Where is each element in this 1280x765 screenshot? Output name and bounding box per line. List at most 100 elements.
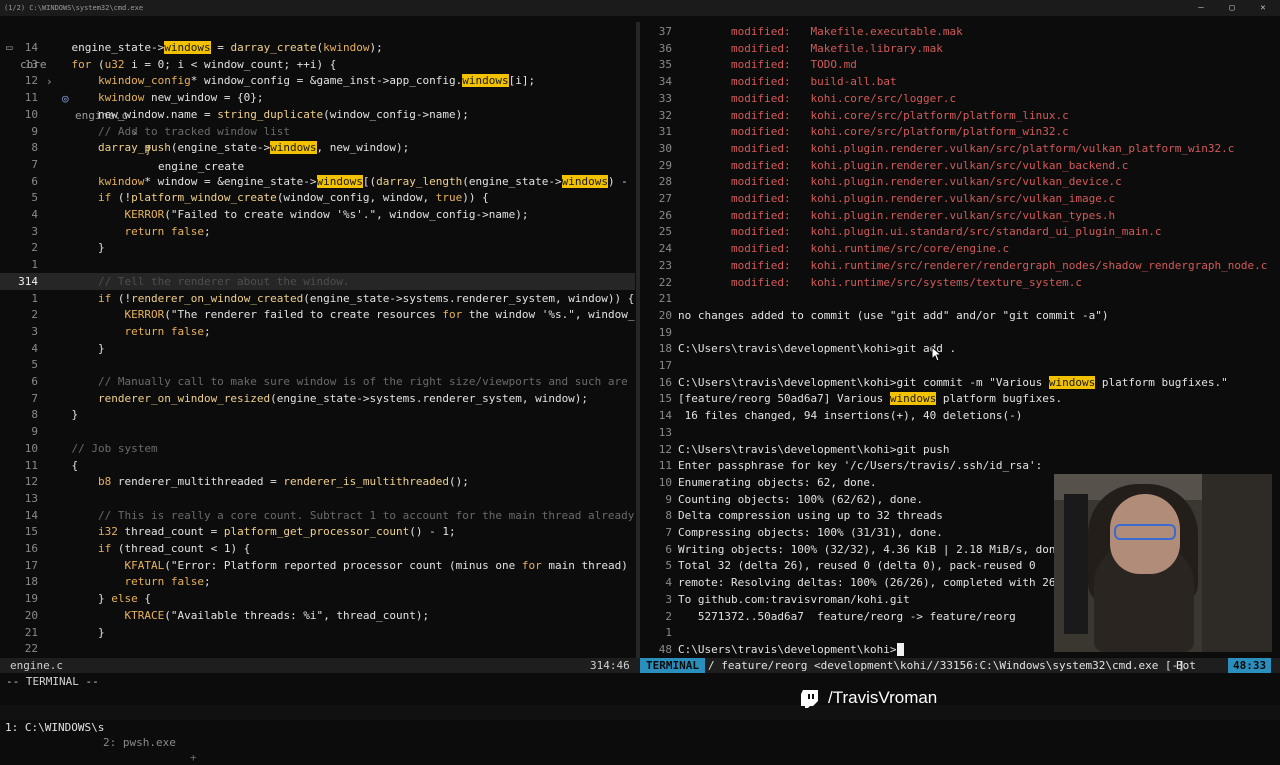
line-number: 36: [658, 41, 672, 55]
code-line[interactable]: 12 b8 renderer_multithreaded = renderer_…: [0, 473, 635, 490]
terminal-text: modified: build-all.bat: [730, 75, 897, 89]
code-line[interactable]: 15 i32 thread_count = platform_get_proce…: [0, 523, 635, 540]
minimize-button[interactable]: —: [1186, 0, 1216, 16]
code-text: KFATAL("Error: Platform reported process…: [124, 558, 635, 572]
code-line[interactable]: 19 } else {: [0, 590, 635, 607]
terminal-text: modified: kohi.plugin.ui.standard/src/st…: [730, 225, 1162, 239]
code-text: kwindow new_window = {0};: [97, 91, 264, 105]
line-number: 3: [31, 224, 38, 238]
code-line[interactable]: 2 KERROR("The renderer failed to create …: [0, 306, 635, 323]
code-line[interactable]: 17 KFATAL("Error: Platform reported proc…: [0, 557, 635, 574]
code-line[interactable]: 1 if (!renderer_on_window_created(engine…: [0, 290, 635, 307]
code-text: for (u32 i = 0; i < window_count; ++i) {: [71, 57, 337, 71]
command-line[interactable]: -- TERMINAL --: [6, 675, 99, 688]
terminal-line: 37 modified: Makefile.executable.mak: [640, 23, 1280, 40]
line-number: 2: [31, 308, 38, 322]
code-line[interactable]: 11 {: [0, 457, 635, 474]
code-line[interactable]: 8 }: [0, 406, 635, 423]
line-number: 18: [24, 575, 38, 589]
code-line[interactable]: 14 // This is really a core count. Subtr…: [0, 507, 635, 524]
code-line[interactable]: 16 if (thread_count < 1) {: [0, 540, 635, 557]
code-line[interactable]: 7 renderer_on_window_resized(engine_stat…: [0, 390, 635, 407]
code-line[interactable]: 18 return false;: [0, 573, 635, 590]
code-line[interactable]: 14 engine_state->windows = darray_create…: [0, 39, 635, 56]
code-line[interactable]: 13: [0, 490, 635, 507]
code-line[interactable]: 22: [0, 640, 635, 657]
code-line[interactable]: 9 // Add to tracked window list: [0, 123, 635, 140]
code-text: {: [45, 458, 79, 472]
terminal-text: modified: kohi.runtime/src/core/engine.c: [730, 242, 1010, 256]
status-line-col: 48:33: [1228, 658, 1272, 673]
terminal-text: C:\Users\travis\development\kohi>git pus…: [678, 442, 950, 456]
line-number: 17: [24, 558, 38, 572]
code-text: // Job system: [45, 441, 158, 455]
terminal-line: 34 modified: build-all.bat: [640, 73, 1280, 90]
code-text: }: [45, 341, 105, 355]
terminal-text: To github.com:travisvroman/kohi.git: [678, 592, 910, 606]
current-code-line[interactable]: 314 // Tell the renderer about the windo…: [0, 272, 635, 290]
code-text: // Tell the renderer about the window.: [45, 274, 350, 288]
code-line[interactable]: 21 }: [0, 624, 635, 641]
terminal-text: modified: kohi.plugin.renderer.vulkan/sr…: [730, 141, 1235, 155]
line-number: 3: [665, 592, 672, 606]
code-text: } else {: [45, 592, 151, 606]
line-number: 22: [24, 642, 38, 656]
code-line[interactable]: 5: [0, 356, 635, 373]
terminal-text: Compressing objects: 100% (31/31), done.: [678, 526, 943, 539]
line-number: 8: [31, 408, 38, 422]
code-text: KERROR("Failed to create window '%s'.", …: [124, 208, 529, 221]
line-number: 7: [31, 391, 38, 405]
code-line[interactable]: 12 kwindow_config* window_config = &game…: [0, 72, 635, 89]
text-cursor: [896, 643, 904, 657]
line-number: 14: [658, 409, 672, 423]
terminal-text: remote: Resolving deltas: 100% (26/26), …: [678, 576, 1076, 590]
line-number: 6: [31, 174, 38, 188]
terminal-line: 12 C:\Users\travis\development\kohi>git p…: [640, 441, 1280, 458]
code-line[interactable]: 4 }: [0, 340, 635, 357]
maximize-button[interactable]: ▢: [1217, 0, 1247, 16]
line-number: 22: [658, 275, 672, 289]
tab-cmd[interactable]: 1: C:\WINDOWS\s: [5, 720, 104, 735]
code-text: KTRACE("Available threads: %i", thread_c…: [124, 608, 430, 622]
window-title: (1/2) C:\WINDOWS\system32\cmd.exe: [4, 4, 144, 12]
line-number: 12: [24, 74, 38, 88]
close-button[interactable]: ✕: [1248, 0, 1278, 16]
line-number: 5: [665, 559, 672, 573]
line-number: 2: [665, 609, 672, 623]
code-line[interactable]: 7: [0, 156, 635, 173]
code-line[interactable]: 4 KERROR("Failed to create window '%s'."…: [0, 206, 635, 223]
terminal-line: 33 modified: kohi.core/src/logger.c: [640, 90, 1280, 107]
terminal-text: modified: TODO.md: [730, 58, 857, 72]
line-number: 1: [31, 291, 38, 305]
editor-pane[interactable]: ▭ core › ◎ engine.c › ƒ engine_create 14…: [0, 22, 635, 658]
line-number: 31: [658, 125, 672, 139]
line-number: 8: [31, 141, 38, 155]
line-number: 23: [658, 258, 672, 272]
tab-pwsh[interactable]: 2: pwsh.exe: [103, 735, 176, 750]
code-line[interactable]: 10 new_window.name = string_duplicate(wi…: [0, 106, 635, 123]
code-line[interactable]: 1: [0, 256, 635, 273]
line-number: 1: [665, 626, 672, 640]
code-line[interactable]: 11 kwindow new_window = {0};: [0, 89, 635, 106]
code-line[interactable]: 2 }: [0, 239, 635, 256]
line-number: 21: [658, 292, 672, 306]
new-tab-button[interactable]: +: [190, 750, 197, 765]
code-line[interactable]: 6 kwindow* window = &engine_state->windo…: [0, 173, 635, 190]
terminal-line: 23 modified: kohi.runtime/src/renderer/r…: [640, 257, 1280, 274]
terminal-line: 13: [640, 424, 1280, 441]
twitch-overlay: /TravisVroman: [800, 686, 937, 710]
code-line[interactable]: 13 for (u32 i = 0; i < window_count; ++i…: [0, 56, 635, 73]
code-line[interactable]: 6 // Manually call to make sure window i…: [0, 373, 635, 390]
code-line[interactable]: 3 return false;: [0, 223, 635, 240]
code-line[interactable]: 3 return false;: [0, 323, 635, 340]
terminal-text: modified: kohi.core/src/platform/platfor…: [730, 108, 1069, 122]
line-number: 25: [658, 225, 672, 239]
code-line[interactable]: 9: [0, 423, 635, 440]
line-number: 18: [658, 342, 672, 356]
code-line[interactable]: 8 darray_push(engine_state->windows, new…: [0, 139, 635, 156]
code-line[interactable]: 20 KTRACE("Available threads: %i", threa…: [0, 607, 635, 624]
line-number: 13: [24, 491, 38, 505]
code-line[interactable]: 5 if (!platform_window_create(window_con…: [0, 189, 635, 206]
code-text: }: [45, 241, 105, 255]
code-line[interactable]: 10 // Job system: [0, 440, 635, 457]
